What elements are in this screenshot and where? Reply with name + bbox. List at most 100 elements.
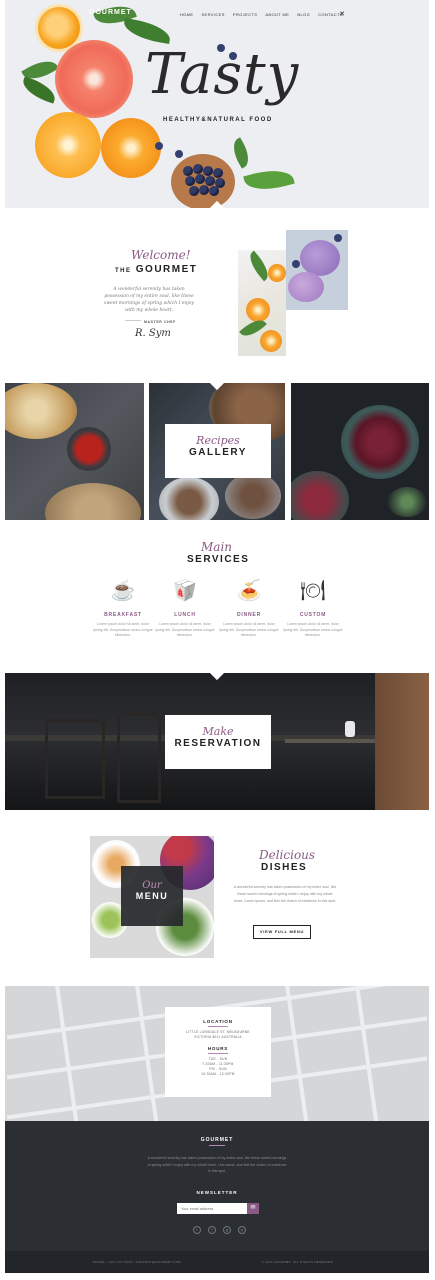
reservation-title: RESERVATION bbox=[174, 738, 262, 749]
divider bbox=[208, 1053, 228, 1054]
newsletter-email-input[interactable] bbox=[177, 1203, 247, 1214]
chef-signature: R. Sym bbox=[135, 328, 171, 339]
chef-role: MASTER CHEF bbox=[141, 320, 179, 324]
menu-box[interactable]: Our MENU bbox=[121, 866, 183, 926]
service-lunch[interactable]: 🥡 LUNCH Lorem ipsum dolor sit amet, dolo… bbox=[155, 578, 215, 639]
map-road bbox=[352, 986, 382, 1121]
orange-half-image bbox=[35, 112, 101, 178]
gallery-photo-soup[interactable] bbox=[291, 383, 429, 520]
coffee-cup-icon: ☕ bbox=[110, 580, 136, 602]
grapefruit-image bbox=[55, 40, 133, 118]
hero-title: Tasty bbox=[145, 42, 300, 107]
soup-bowl-decoration bbox=[291, 471, 349, 520]
blueberry-decoration bbox=[334, 234, 342, 242]
service-text: Lorem ipsum dolor sit amet, dolor ipsing… bbox=[155, 622, 215, 637]
services-title: SERVICES bbox=[187, 554, 250, 565]
leaf-decoration bbox=[121, 17, 173, 45]
hours-line: 10:30AM - 12:30PM bbox=[201, 1072, 235, 1076]
ice-cream-photo bbox=[286, 230, 348, 310]
service-custom[interactable]: 🍽 CUSTOM Lorem ipsum dolor sit amet, dol… bbox=[283, 578, 343, 639]
noodle-bowl-decoration bbox=[5, 383, 77, 439]
divider bbox=[208, 1026, 228, 1027]
hero-subtitle: HEALTHY&NATURAL FOOD bbox=[163, 117, 273, 123]
footer-title: GOURMET bbox=[200, 1137, 234, 1143]
close-icon[interactable]: ✕ bbox=[339, 10, 345, 18]
bottom-bar bbox=[5, 1251, 429, 1273]
reservation-box[interactable]: Make RESERVATION bbox=[165, 715, 271, 769]
leaf-decoration bbox=[227, 137, 255, 169]
welcome-title-prefix: THE bbox=[115, 268, 132, 274]
leaf-decoration bbox=[243, 164, 295, 196]
chair-decoration bbox=[45, 719, 105, 799]
chair-decoration bbox=[117, 713, 161, 803]
site-logo[interactable]: GOURMET bbox=[89, 9, 132, 16]
main-nav: HOME SERVICES PROJECTS ABOUT ME BLOG CON… bbox=[180, 12, 343, 17]
gallery-title: GALLERY bbox=[189, 447, 247, 458]
location-title: LOCATION bbox=[203, 1019, 233, 1024]
dishes-text: A wonderful serenity has taken possessio… bbox=[233, 885, 337, 903]
hours-title: HOURS bbox=[207, 1046, 229, 1051]
nav-item-blog[interactable]: BLOG bbox=[297, 12, 310, 17]
location-address: LITTLE LONSDALE ST, MELBOURNE VICTORIA 8… bbox=[186, 1030, 250, 1039]
takeout-box-icon: 🥡 bbox=[172, 580, 198, 602]
service-breakfast[interactable]: ☕ BREAKFAST Lorem ipsum dolor sit amet, … bbox=[93, 578, 153, 639]
plate-decoration bbox=[225, 473, 281, 519]
divider bbox=[209, 1145, 225, 1146]
gallery-label-box[interactable]: Recipes GALLERY bbox=[165, 424, 271, 478]
vase-decoration bbox=[345, 721, 355, 737]
view-full-menu-button[interactable]: VIEW FULL MENU bbox=[253, 925, 311, 939]
blueberry-decoration bbox=[155, 142, 163, 150]
footer-text: A wonderful serenity has taken possessio… bbox=[147, 1156, 287, 1173]
google-plus-icon[interactable]: g bbox=[223, 1226, 231, 1234]
service-label: DINNER bbox=[237, 612, 261, 618]
welcome-title: THE GOURMET bbox=[115, 264, 197, 275]
page: GOURMET HOME SERVICES PROJECTS ABOUT ME … bbox=[5, 0, 429, 1280]
orange-slice-decoration bbox=[246, 298, 270, 322]
soup-bowl-decoration bbox=[341, 405, 419, 479]
dinner-plate-icon: 🍝 bbox=[236, 580, 262, 602]
facebook-icon[interactable]: f bbox=[208, 1226, 216, 1234]
dishes-script: Delicious bbox=[259, 848, 316, 862]
instagram-icon[interactable]: ◎ bbox=[238, 1226, 246, 1234]
leaf-decoration bbox=[19, 76, 59, 104]
service-label: BREAKFAST bbox=[104, 612, 142, 618]
orange-slice-decoration bbox=[260, 330, 282, 352]
nav-item-about[interactable]: ABOUT ME bbox=[265, 12, 289, 17]
service-text: Lorem ipsum dolor sit amet, dolor ipsing… bbox=[93, 622, 153, 637]
map-road bbox=[52, 986, 82, 1121]
herbs-decoration bbox=[387, 487, 427, 517]
service-dinner[interactable]: 🍝 DINNER Lorem ipsum dolor sit amet, dol… bbox=[219, 578, 279, 639]
menu-title: MENU bbox=[135, 891, 169, 901]
dishes-title: DISHES bbox=[261, 862, 308, 873]
welcome-title-main: GOURMET bbox=[135, 264, 198, 275]
newsletter-submit-button[interactable]: ✉ bbox=[247, 1203, 259, 1214]
plate-decoration bbox=[159, 477, 219, 520]
service-text: Lorem ipsum dolor sit amet, dolor ipsing… bbox=[219, 622, 279, 637]
gallery-photo-noodles[interactable] bbox=[5, 383, 144, 520]
spice-bowl-decoration bbox=[67, 427, 111, 471]
ice-cream-scoop-decoration bbox=[288, 272, 324, 302]
board-decoration bbox=[45, 483, 141, 520]
orange-slice-decoration bbox=[268, 264, 286, 282]
map-road bbox=[282, 986, 312, 1121]
nav-item-home[interactable]: HOME bbox=[180, 12, 194, 17]
wood-panel-decoration bbox=[375, 673, 429, 810]
copyright: © 2016 GOURMET. ALL RIGHTS RESERVED bbox=[261, 1260, 333, 1264]
contact-info: PHONE: +1(0) 234 5678 • SUPPORT@GOURMET.… bbox=[93, 1260, 181, 1264]
blueberry-decoration bbox=[292, 260, 300, 268]
orange-half-image bbox=[101, 118, 161, 178]
gallery-script: Recipes bbox=[196, 434, 240, 447]
menu-script: Our bbox=[142, 880, 162, 891]
newsletter-title: NEWSLETTER bbox=[196, 1190, 238, 1195]
twitter-icon[interactable]: t bbox=[193, 1226, 201, 1234]
blueberry-bowl-image bbox=[171, 154, 235, 208]
welcome-script: Welcome! bbox=[131, 248, 191, 262]
service-text: Lorem ipsum dolor sit amet, dolor ipsing… bbox=[283, 622, 343, 637]
welcome-text: A wonderful serenity has taken possessio… bbox=[104, 287, 194, 313]
nav-item-services[interactable]: SERVICES bbox=[201, 12, 224, 17]
table-decoration bbox=[285, 739, 375, 743]
ice-cream-scoop-decoration bbox=[300, 240, 340, 276]
services-script: Main bbox=[201, 540, 233, 554]
plate-cutlery-icon: 🍽 bbox=[300, 580, 326, 602]
nav-item-projects[interactable]: PROJECTS bbox=[233, 12, 258, 17]
